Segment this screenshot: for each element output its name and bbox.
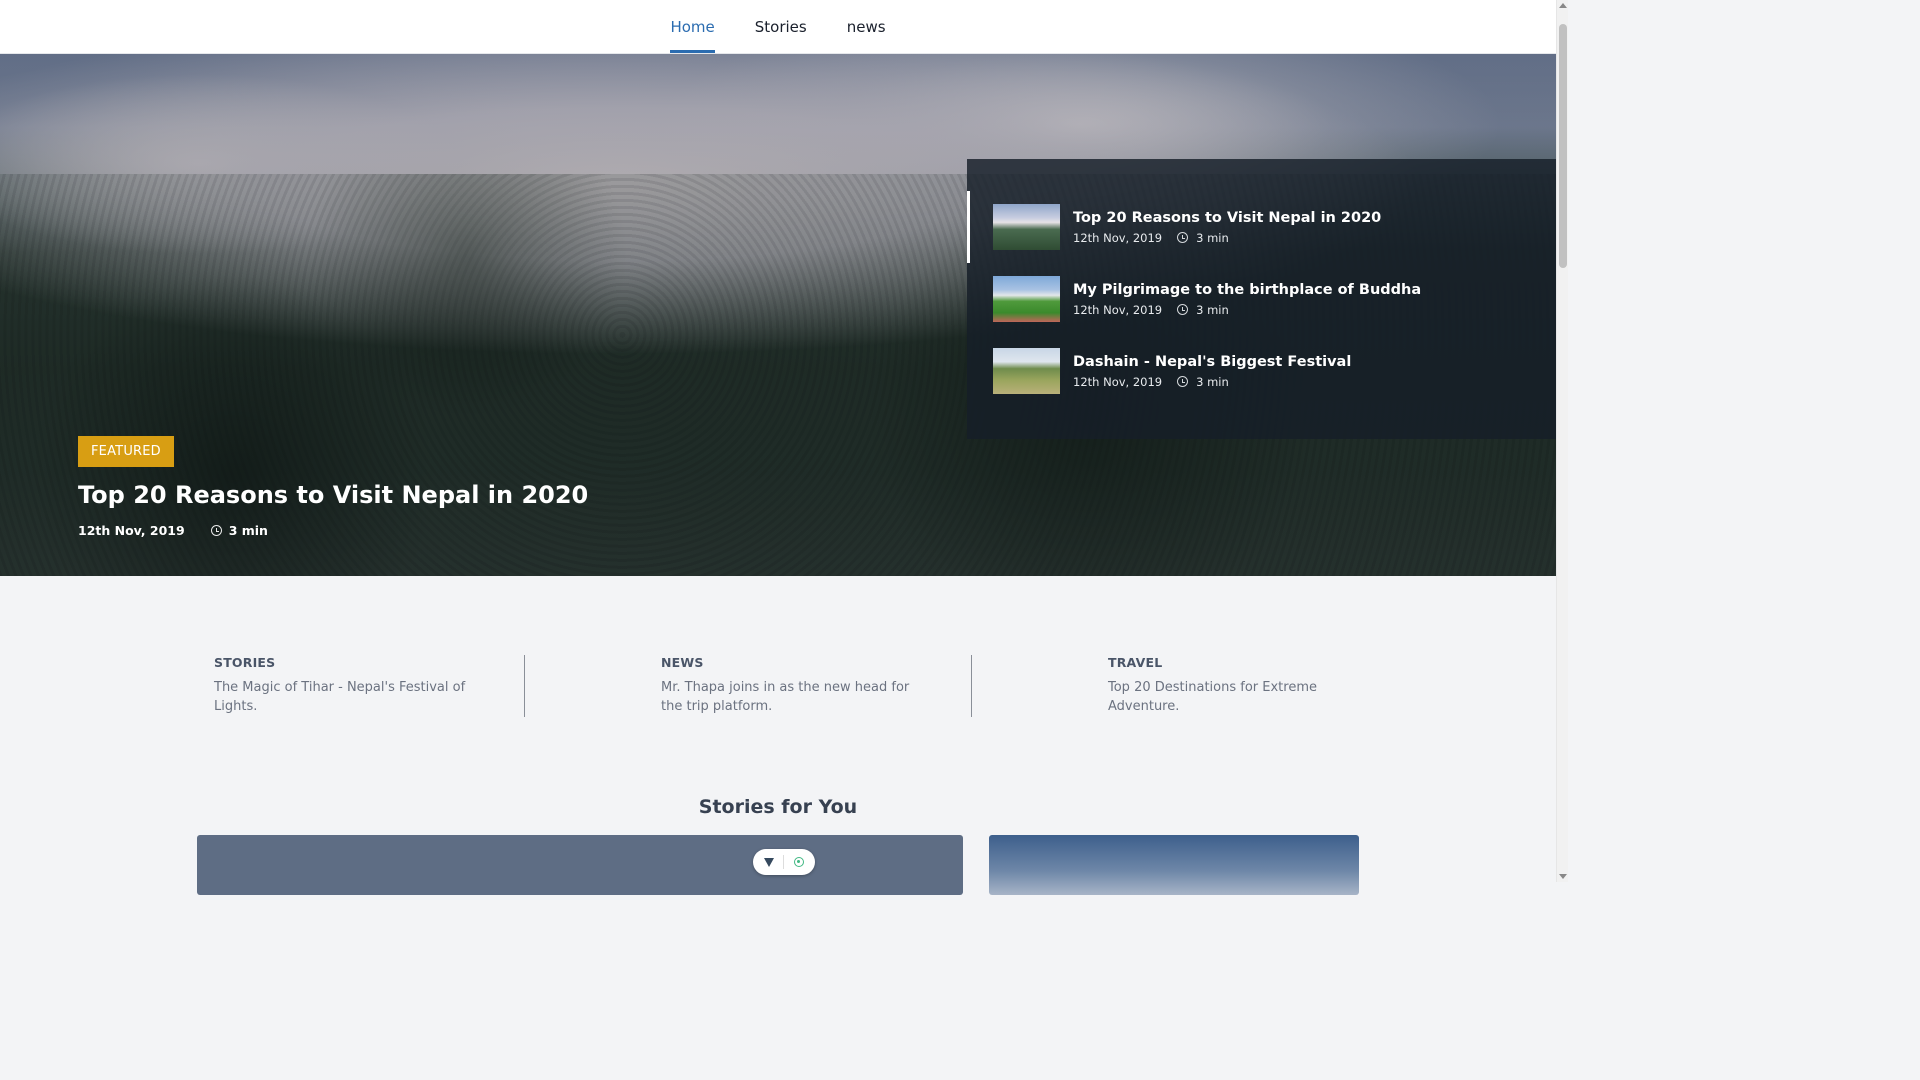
divider [971,655,972,717]
nav-item-news[interactable]: news [847,0,886,53]
side-article-date: 12th Nov, 2019 [1073,230,1163,245]
category-card-stories[interactable]: STORIES The Magic of Tihar - Nepal's Fes… [214,655,469,717]
side-article-title: Dashain - Nepal's Biggest Festival [1073,353,1352,370]
hero-banner[interactable]: FEATURED Top 20 Reasons to Visit Nepal i… [0,54,1556,576]
vue-icon[interactable] [763,857,774,867]
clock-icon [1177,232,1189,243]
scroll-up-arrow-icon[interactable] [1559,3,1567,8]
page-scrollbar[interactable] [1556,0,1568,882]
story-card[interactable] [989,835,1359,895]
category-description[interactable]: Top 20 Destinations for Extreme Adventur… [1108,678,1363,716]
clock-icon [210,525,222,536]
featured-badge: FEATURED [78,436,174,467]
clock-icon [1177,376,1189,387]
devtools-pill[interactable] [753,849,815,875]
side-article-date: 12th Nov, 2019 [1073,374,1163,389]
article-thumbnail [993,348,1060,394]
nav-item-home[interactable]: Home [670,0,716,53]
side-article-date: 12th Nov, 2019 [1073,302,1163,317]
hero-date: 12th Nov, 2019 [78,523,185,538]
clock-icon [1177,304,1189,315]
side-article-item[interactable]: Dashain - Nepal's Biggest Festival 12th … [967,335,1556,407]
category-label: TRAVEL [1108,655,1163,670]
article-thumbnail [993,276,1060,322]
nav-item-stories[interactable]: Stories [755,0,807,53]
category-card-news[interactable]: NEWS Mr. Thapa joins in as the new head … [661,655,916,717]
scrollbar-thumb[interactable] [1559,24,1567,268]
top-navigation: Home Stories news [0,0,1556,54]
story-card[interactable] [197,835,963,895]
target-icon[interactable] [794,857,805,867]
category-description[interactable]: Mr. Thapa joins in as the new head for t… [661,678,916,716]
side-article-read-time: 3 min [1196,374,1229,389]
hero-featured-article: FEATURED Top 20 Reasons to Visit Nepal i… [78,436,588,538]
category-description[interactable]: The Magic of Tihar - Nepal's Festival of… [214,678,469,716]
side-article-read-time: 3 min [1196,302,1229,317]
divider [524,655,525,717]
side-article-item[interactable]: My Pilgrimage to the birthplace of Buddh… [967,263,1556,335]
side-article-item[interactable]: Top 20 Reasons to Visit Nepal in 2020 12… [967,191,1556,263]
category-card-travel[interactable]: TRAVEL Top 20 Destinations for Extreme A… [1108,655,1363,717]
article-thumbnail [993,204,1060,250]
category-label: NEWS [661,655,704,670]
hero-title[interactable]: Top 20 Reasons to Visit Nepal in 2020 [78,481,588,509]
side-article-read-time: 3 min [1196,230,1229,245]
category-highlights: STORIES The Magic of Tihar - Nepal's Fes… [0,576,1556,766]
category-label: STORIES [214,655,276,670]
side-article-title: My Pilgrimage to the birthplace of Buddh… [1073,281,1422,298]
side-article-title: Top 20 Reasons to Visit Nepal in 2020 [1073,209,1382,226]
hero-meta: 12th Nov, 2019 3 min [78,523,588,538]
hero-read-time: 3 min [228,523,268,538]
section-title-stories: Stories for You [698,796,858,818]
scroll-down-arrow-icon[interactable] [1559,874,1567,879]
featured-articles-panel: Top 20 Reasons to Visit Nepal in 2020 12… [967,159,1556,439]
